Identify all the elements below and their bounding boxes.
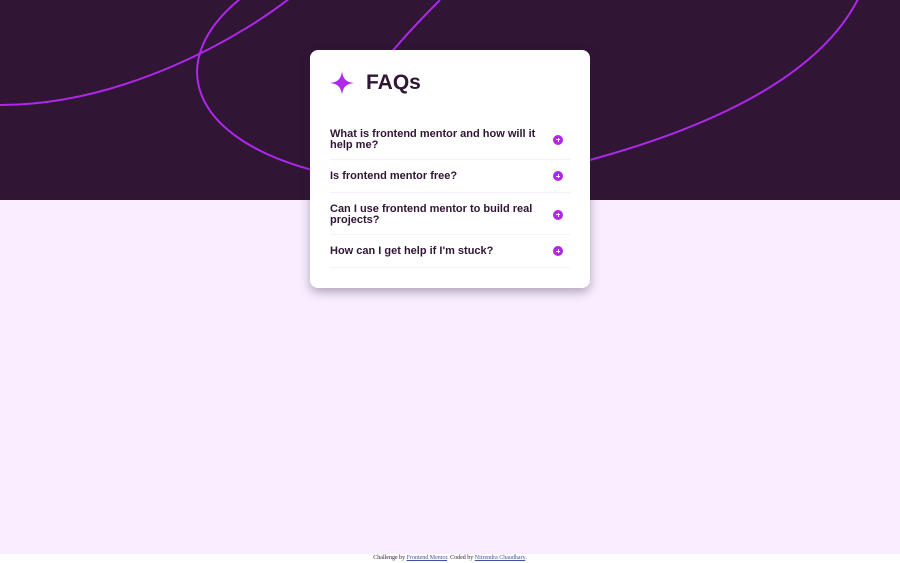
faq-item[interactable]: Is frontend mentor free? [330,160,570,193]
pattern-curve [196,0,321,173]
author-link[interactable]: Nitrendra Chaudhary [475,555,525,561]
star-icon [330,71,354,95]
pattern-curve [0,0,290,106]
faq-item[interactable]: How can I get help if I'm stuck? [330,235,570,268]
frontend-mentor-link[interactable]: Frontend Mentor [407,555,448,561]
faq-header: FAQs [330,70,570,96]
faq-question: Is frontend mentor free? [330,169,458,182]
plus-icon[interactable] [553,171,563,181]
attribution-suffix: . [525,555,527,561]
attribution-prefix: Challenge by [373,555,407,561]
plus-icon[interactable] [553,209,563,220]
pattern-curve [589,0,859,161]
faq-question: How can I get help if I'm stuck? [330,244,494,257]
faq-card: FAQs What is frontend mentor and how wil… [310,50,590,288]
faq-item[interactable]: What is frontend mentor and how will it … [330,118,570,160]
attribution: Challenge by Frontend Mentor. Coded by N… [0,554,900,562]
plus-icon[interactable] [553,246,563,256]
faq-question: What is frontend mentor and how will it … [330,127,536,151]
page-title: FAQs [366,71,421,94]
plus-icon[interactable] [553,134,563,145]
faq-list: What is frontend mentor and how will it … [330,118,570,268]
faq-question: Can I use frontend mentor to build real … [330,202,533,226]
attribution-middle: . Coded by [447,555,475,561]
faq-item[interactable]: Can I use frontend mentor to build real … [330,193,570,235]
